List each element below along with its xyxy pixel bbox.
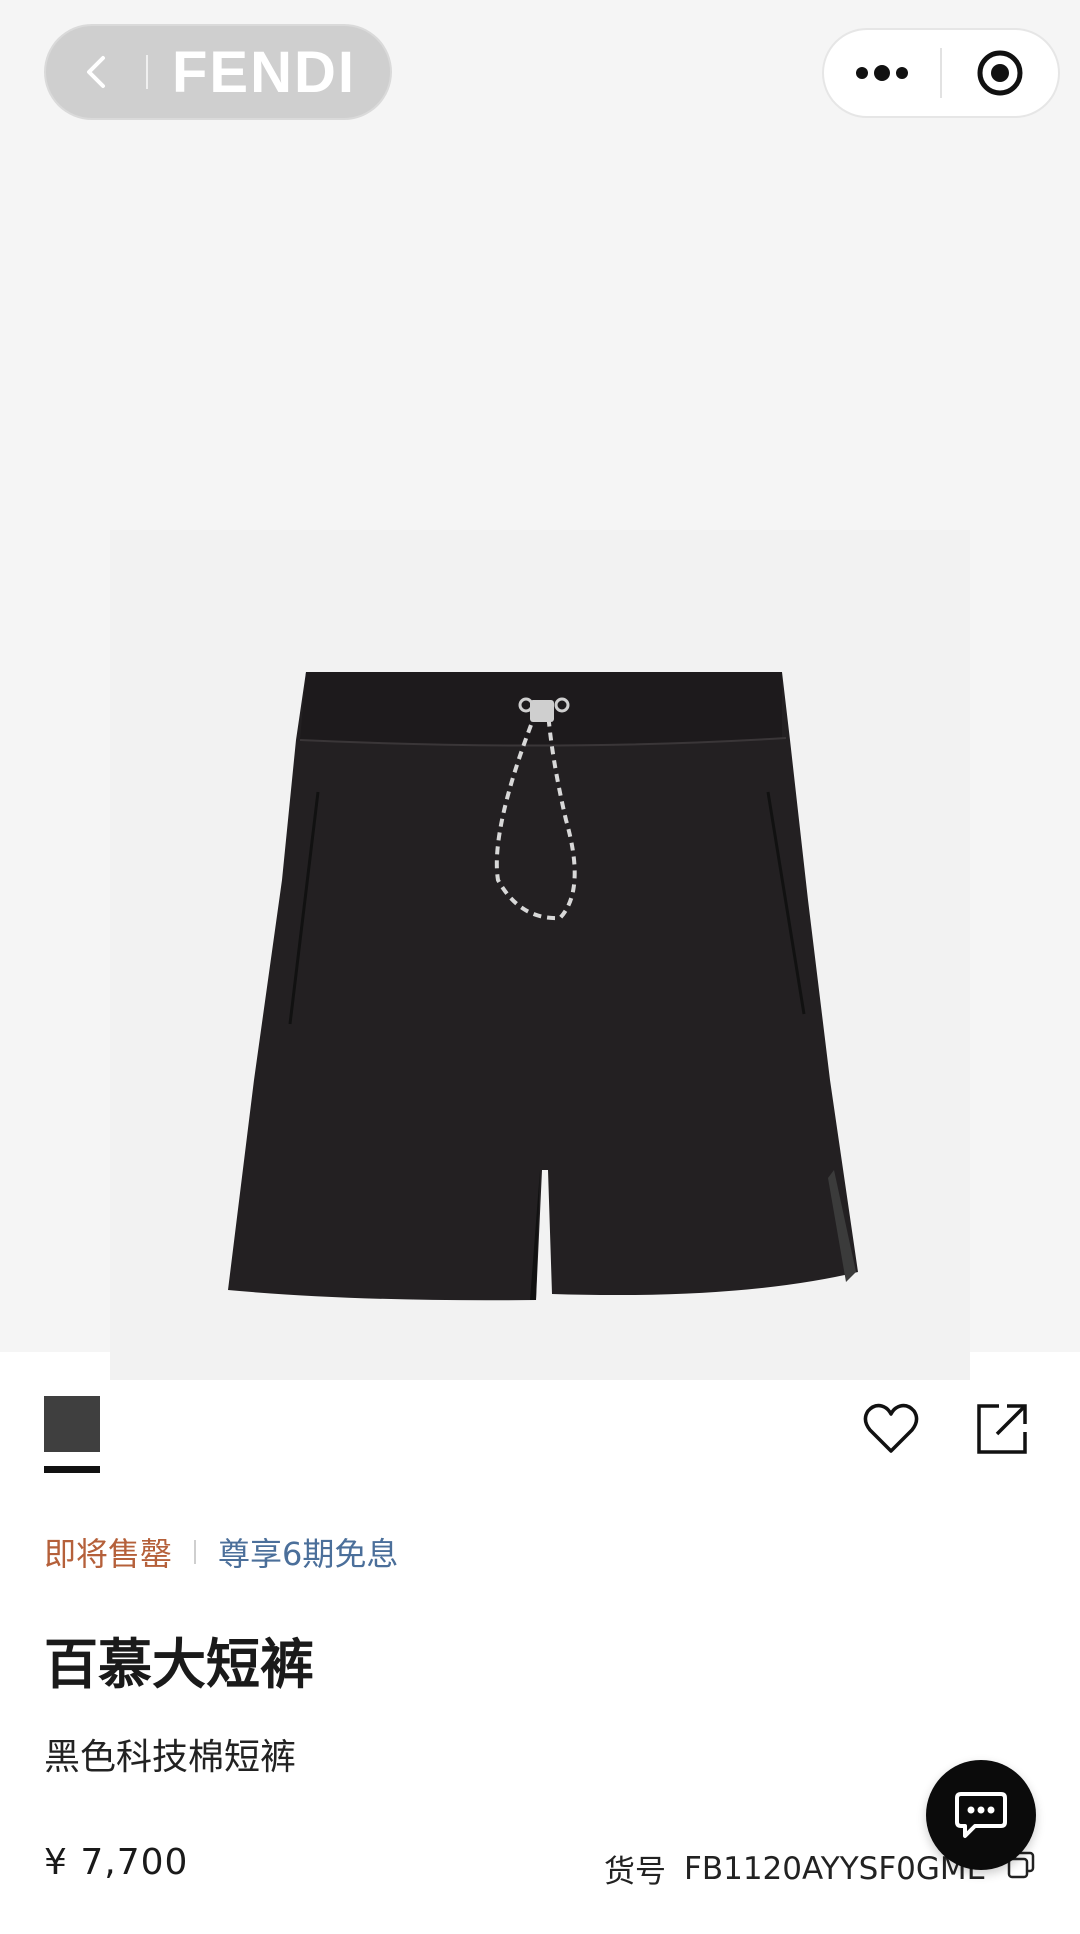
product-image-shorts xyxy=(228,672,858,1301)
heart-icon xyxy=(863,1403,919,1453)
nav-divider xyxy=(146,55,148,89)
favorite-button[interactable] xyxy=(862,1400,920,1458)
swatch-selected-indicator xyxy=(44,1466,100,1473)
color-swatch-black[interactable] xyxy=(44,1396,100,1452)
product-price: ¥ 7,700 xyxy=(44,1842,189,1883)
product-sku: 货号 FB1120AYYSF0GME xyxy=(604,1846,986,1891)
chat-icon xyxy=(955,1792,1007,1838)
share-icon xyxy=(977,1404,1027,1454)
more-button[interactable] xyxy=(824,30,940,116)
nav-pill: FENDI xyxy=(44,24,392,120)
chevron-left-icon xyxy=(87,56,105,88)
more-dots-icon xyxy=(856,65,908,81)
target-circle-icon xyxy=(977,50,1023,96)
back-button[interactable] xyxy=(46,24,146,120)
product-image-area[interactable] xyxy=(0,0,1080,1380)
close-miniprogram-button[interactable] xyxy=(942,30,1058,116)
installment-tag[interactable]: 尊享6期免息 xyxy=(218,1529,398,1575)
share-button[interactable] xyxy=(975,1400,1031,1456)
customer-service-chat-button[interactable] xyxy=(926,1760,1036,1870)
product-tags: 即将售罄 尊享6期免息 xyxy=(44,1530,398,1574)
sku-value: FB1120AYYSF0GME xyxy=(684,1850,987,1887)
product-subtitle: 黑色科技棉短裤 xyxy=(44,1737,297,1778)
sku-label: 货号 xyxy=(604,1854,666,1890)
miniprogram-capsule xyxy=(822,28,1060,118)
low-stock-tag: 即将售罄 xyxy=(44,1535,173,1573)
tag-divider xyxy=(194,1540,197,1564)
brand-logo: FENDI xyxy=(172,39,356,105)
product-title: 百慕大短裤 xyxy=(44,1633,314,1696)
